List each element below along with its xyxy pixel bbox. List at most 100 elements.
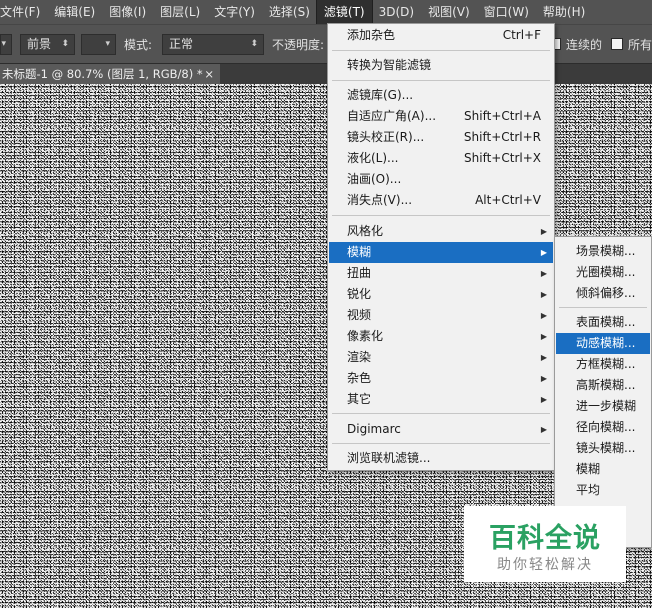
menu-item-shortcut: Shift+Ctrl+R [463, 130, 541, 144]
submenu-arrow-icon: ▶ [540, 248, 547, 257]
menu-item-filter-gallery[interactable]: 滤镜库(G)... [329, 85, 553, 106]
menu-window[interactable]: 窗口(W) [477, 0, 536, 24]
watermark-subtitle: 助你轻松解决 [497, 557, 593, 573]
menu-item-liquify[interactable]: 液化(L)... Shift+Ctrl+X [329, 148, 553, 169]
menu-item-label: 径向模糊... [576, 420, 636, 434]
menu-item-distort[interactable]: 扭曲 ▶ [329, 263, 553, 284]
menu-item-label: 消失点(V)... [347, 193, 413, 207]
menu-item-render[interactable]: 渲染 ▶ [329, 347, 553, 368]
menu-item-other[interactable]: 其它 ▶ [329, 389, 553, 410]
mode-select[interactable]: 正常 ⬍ [162, 34, 264, 55]
document-tab[interactable]: 未标题-1 @ 80.7% (图层 1, RGB/8) * × [0, 64, 220, 84]
source-select-value: 前景 [27, 37, 52, 51]
menu-item-blur[interactable]: 模糊 ▶ [329, 242, 553, 263]
menu-item-label: 杂色 [347, 371, 372, 385]
menu-item-label: 视频 [347, 308, 372, 322]
submenu-item-radial-blur[interactable]: 径向模糊... [556, 417, 650, 438]
filter-menu: 添加杂色 Ctrl+F 转换为智能滤镜 滤镜库(G)... 自适应广角(A)..… [327, 23, 555, 471]
menu-item-label: 镜头模糊... [576, 441, 636, 455]
menu-item-shortcut: Shift+Ctrl+X [464, 151, 541, 165]
submenu-arrow-icon: ▶ [540, 290, 547, 299]
menu-item-label: 动感模糊... [576, 336, 636, 350]
menu-select[interactable]: 选择(S) [262, 0, 317, 24]
submenu-arrow-icon: ▶ [540, 227, 547, 236]
menu-3d[interactable]: 3D(D) [372, 0, 421, 24]
submenu-item-blur[interactable]: 模糊 [556, 459, 650, 480]
menu-item-oil-paint[interactable]: 油画(O)... [329, 169, 553, 190]
submenu-item-blur-more[interactable]: 进一步模糊 [556, 396, 650, 417]
opacity-label: 不透明度: [272, 38, 325, 52]
source-select[interactable]: 前景 ⬍ [20, 34, 75, 55]
menu-divider [332, 80, 550, 81]
menu-item-sharpen[interactable]: 锐化 ▶ [329, 284, 553, 305]
menu-item-pixelate[interactable]: 像素化 ▶ [329, 326, 553, 347]
close-icon[interactable]: × [204, 64, 214, 84]
menu-filter[interactable]: 滤镜(T) [315, 0, 373, 25]
menu-view[interactable]: 视图(V) [421, 0, 477, 24]
menu-item-digimarc[interactable]: Digimarc ▶ [329, 419, 553, 440]
menu-item-label: 滤镜库(G)... [347, 88, 414, 102]
menu-item-label: 光圈模糊... [576, 265, 636, 279]
menu-item-label: 扭曲 [347, 266, 372, 280]
updown-arrows-icon: ⬍ [250, 39, 258, 49]
menu-item-video[interactable]: 视频 ▶ [329, 305, 553, 326]
menu-item-stylize[interactable]: 风格化 ▶ [329, 221, 553, 242]
menu-item-label: 浏览联机滤镜... [347, 451, 431, 465]
menu-divider [332, 215, 550, 216]
submenu-arrow-icon: ▶ [540, 311, 547, 320]
menu-item-label: 油画(O)... [347, 172, 402, 186]
all-layers-label: 所有 [628, 38, 652, 52]
menu-item-vanishing-point[interactable]: 消失点(V)... Alt+Ctrl+V [329, 190, 553, 211]
submenu-arrow-icon: ▶ [540, 353, 547, 362]
mode-label: 模式: [124, 38, 153, 52]
all-layers-checkbox[interactable] [611, 38, 623, 50]
menu-help[interactable]: 帮助(H) [536, 0, 592, 24]
submenu-item-box-blur[interactable]: 方框模糊... [556, 354, 650, 375]
menu-item-label: 像素化 [347, 329, 384, 343]
pattern-picker[interactable]: ▾ [81, 34, 116, 55]
menu-edit[interactable]: 编辑(E) [47, 0, 102, 24]
submenu-item-lens-blur[interactable]: 镜头模糊... [556, 438, 650, 459]
submenu-arrow-icon: ▶ [540, 374, 547, 383]
menu-file[interactable]: 文件(F) [0, 0, 47, 24]
menu-item-label: 进一步模糊 [576, 399, 637, 413]
menu-item-adaptive-wide-angle[interactable]: 自适应广角(A)... Shift+Ctrl+A [329, 106, 553, 127]
menu-item-browse-online-filters[interactable]: 浏览联机滤镜... [329, 448, 553, 469]
menu-item-add-noise[interactable]: 添加杂色 Ctrl+F [329, 25, 553, 46]
menu-item-shortcut: Ctrl+F [502, 28, 541, 42]
submenu-item-motion-blur[interactable]: 动感模糊... [556, 333, 650, 354]
blur-submenu: 场景模糊... 光圈模糊... 倾斜偏移... 表面模糊... 动感模糊... … [554, 236, 652, 548]
chevron-down-icon: ▾ [1, 39, 6, 49]
menu-item-label: 自适应广角(A)... [347, 109, 437, 123]
menu-item-lens-correction[interactable]: 镜头校正(R)... Shift+Ctrl+R [329, 127, 553, 148]
submenu-item-surface-blur[interactable]: 表面模糊... [556, 312, 650, 333]
submenu-item-field-blur[interactable]: 场景模糊... [556, 241, 650, 262]
submenu-item-gaussian-blur[interactable]: 高斯模糊... [556, 375, 650, 396]
menu-item-label: 转换为智能滤镜 [347, 58, 432, 72]
menu-bar: 文件(F) 编辑(E) 图像(I) 图层(L) 文字(Y) 选择(S) 滤镜(T… [0, 0, 652, 25]
watermark-title: 百科全说 [489, 523, 601, 554]
menu-item-label: 平均 [576, 483, 601, 497]
submenu-item-iris-blur[interactable]: 光圈模糊... [556, 262, 650, 283]
submenu-arrow-icon: ▶ [540, 425, 547, 434]
menu-item-label: 其它 [347, 392, 372, 406]
menu-item-label: 渲染 [347, 350, 372, 364]
menu-divider [332, 443, 550, 444]
menu-item-label: 倾斜偏移... [576, 286, 636, 300]
menu-item-shortcut: Shift+Ctrl+A [464, 109, 541, 123]
submenu-arrow-icon: ▶ [540, 332, 547, 341]
menu-type[interactable]: 文字(Y) [207, 0, 262, 24]
menu-item-label: Digimarc [347, 422, 401, 436]
menu-item-label: 场景模糊... [576, 244, 636, 258]
tool-preset-picker[interactable]: ▾ [0, 34, 12, 55]
contiguous-label: 连续的 [566, 38, 603, 52]
menu-item-convert-smart-filter[interactable]: 转换为智能滤镜 [329, 55, 553, 76]
menu-image[interactable]: 图像(I) [102, 0, 153, 24]
submenu-item-tilt-shift[interactable]: 倾斜偏移... [556, 283, 650, 304]
menu-item-label: 锐化 [347, 287, 372, 301]
menu-layer[interactable]: 图层(L) [153, 0, 207, 24]
submenu-item-average[interactable]: 平均 [556, 480, 650, 501]
menu-item-label: 表面模糊... [576, 315, 636, 329]
menu-item-noise[interactable]: 杂色 ▶ [329, 368, 553, 389]
mode-select-value: 正常 [169, 37, 194, 51]
